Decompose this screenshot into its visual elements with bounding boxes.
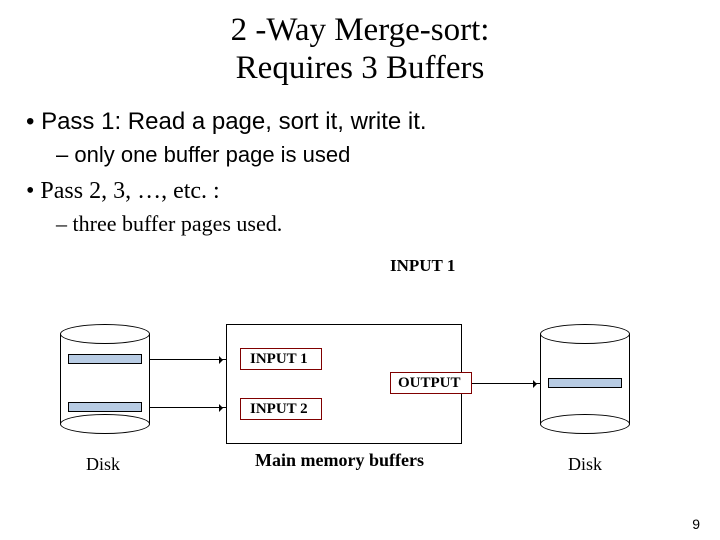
disk-right-page [548, 378, 622, 388]
disk-right-bottom [540, 414, 630, 434]
bullet-pass2-sub: three buffer pages used. [56, 211, 720, 237]
bullet-list: Pass 1: Read a page, sort it, write it. … [0, 88, 720, 237]
disk-left-page-2 [68, 402, 142, 412]
buffer-input1-label: INPUT 1 [250, 351, 308, 368]
bullet-pass1-sub: only one buffer page is used [56, 142, 720, 168]
buffer-output-label: OUTPUT [398, 375, 461, 392]
diagram: Disk Main memory buffers INPUT 1 INPUT 2… [60, 324, 660, 504]
bullet-pass1: Pass 1: Read a page, sort it, write it. [26, 108, 720, 136]
slide: 2 -Way Merge-sort: Requires 3 Buffers Pa… [0, 0, 720, 540]
arrow-in-2 [150, 407, 226, 408]
disk-left-top [60, 324, 150, 344]
arrow-in-1 [150, 359, 226, 360]
disk-left-caption: Disk [86, 454, 120, 475]
page-number: 9 [692, 516, 700, 532]
bullet-pass2-sub-text: three buffer pages used. [73, 211, 283, 236]
bullet-pass2: Pass 2, 3, …, etc. : [26, 178, 720, 205]
disk-left-bottom [60, 414, 150, 434]
title-line-1: 2 -Way Merge-sort: [231, 12, 490, 48]
disk-right-caption: Disk [568, 454, 602, 475]
disk-left-page-1 [68, 354, 142, 364]
main-memory-caption: Main memory buffers [255, 450, 424, 471]
label-floating-input1: INPUT 1 [390, 256, 455, 276]
disk-right-top [540, 324, 630, 344]
bullet-pass2-text: Pass 2, 3, …, etc. : [40, 178, 219, 204]
bullet-pass1-sub-text: only one buffer page is used [74, 142, 350, 167]
buffer-input2-label: INPUT 2 [250, 401, 308, 418]
slide-title: 2 -Way Merge-sort: Requires 3 Buffers [0, 0, 720, 88]
disk-left [60, 324, 150, 434]
bullet-pass1-text: Pass 1: Read a page, sort it, write it. [41, 108, 427, 135]
disk-right [540, 324, 630, 434]
title-line-2: Requires 3 Buffers [236, 50, 485, 86]
arrow-out [472, 383, 540, 384]
